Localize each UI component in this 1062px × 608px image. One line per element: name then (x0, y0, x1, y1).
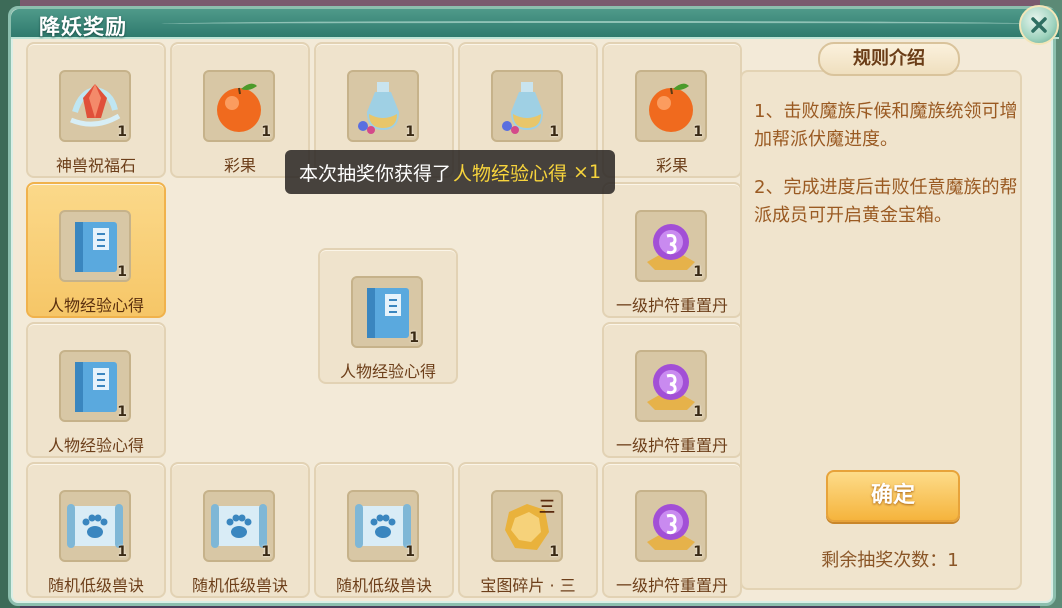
item-name: 一级护符重置丹 (615, 576, 728, 595)
item-quantity: 1 (693, 264, 703, 280)
item-quantity: 1 (693, 404, 703, 420)
potion-bottle-icon: 1 (491, 70, 563, 142)
item-name: 一级护符重置丹 (615, 296, 728, 315)
crystal-icon: 1 (59, 70, 131, 142)
reward-cell-10[interactable]: 1 随机低级兽诀 (26, 462, 166, 598)
toast-item-name: 人物经验心得 (453, 162, 568, 185)
rules-title: 规则介绍 (818, 42, 960, 76)
fragment-badge: 三 (539, 497, 555, 516)
reward-cell-5[interactable]: 1 彩果 (602, 42, 742, 178)
item-quantity: 1 (261, 124, 271, 140)
rule-line-2: 2、完成进度后击败任意魔族的帮派成员可开启黄金宝箱。 (754, 177, 1018, 226)
item-quantity: 1 (693, 544, 703, 560)
item-quantity: 1 (693, 124, 703, 140)
remaining-draws: 剩余抽奖次数：1 (821, 550, 959, 571)
dialog-title: 降妖奖励 (39, 15, 127, 39)
reward-toast: 本次抽奖你获得了 人物经验心得 ×1 (285, 150, 616, 194)
reward-cell-11[interactable]: 1 随机低级兽诀 (170, 462, 310, 598)
experience-book-icon: 1 (59, 350, 131, 422)
item-name: 人物经验心得 (339, 362, 436, 381)
item-name: 宝图碎片 · 三 (480, 576, 576, 595)
item-quantity: 1 (117, 404, 127, 420)
confirm-button[interactable]: 确定 (826, 470, 960, 522)
fruit-icon: 1 (635, 70, 707, 142)
item-quantity: 1 (409, 330, 419, 346)
purple-orb-icon: 1 (635, 350, 707, 422)
reward-cell-14[interactable]: 1 一级护符重置丹 (602, 462, 742, 598)
reward-cell-7[interactable]: 1 一级护符重置丹 (602, 182, 742, 318)
title-decoration (161, 21, 1041, 27)
reward-cell-6-selected[interactable]: 1 人物经验心得 (26, 182, 166, 318)
fruit-icon: 1 (203, 70, 275, 142)
item-quantity: 1 (405, 124, 415, 140)
experience-book-icon: 1 (59, 210, 131, 282)
item-name: 随机低级兽诀 (47, 576, 144, 595)
close-icon (1031, 17, 1047, 33)
experience-book-icon: 1 (351, 276, 423, 348)
purple-orb-icon: 1 (635, 490, 707, 562)
map-fragment-icon: 三 1 (491, 490, 563, 562)
potion-bottle-icon: 1 (347, 70, 419, 142)
item-quantity: 1 (549, 544, 559, 560)
title-bar: 降妖奖励 (11, 9, 1059, 39)
item-name: 随机低级兽诀 (191, 576, 288, 595)
rule-line-1: 1、击败魔族斥候和魔族统领可增加帮派伏魔进度。 (754, 101, 1018, 150)
reward-cell-8[interactable]: 1 人物经验心得 (26, 322, 166, 458)
reward-cell-9[interactable]: 1 一级护符重置丹 (602, 322, 742, 458)
item-quantity: 1 (117, 544, 127, 560)
paw-scroll-icon: 1 (347, 490, 419, 562)
purple-orb-icon: 1 (635, 210, 707, 282)
item-quantity: 1 (405, 544, 415, 560)
item-quantity: 1 (117, 264, 127, 280)
reward-cell-center[interactable]: 1 人物经验心得 (318, 248, 458, 384)
paw-scroll-icon: 1 (203, 490, 275, 562)
toast-prefix: 本次抽奖你获得了 (299, 162, 452, 185)
reward-cell-12[interactable]: 1 随机低级兽诀 (314, 462, 454, 598)
item-quantity: 1 (117, 124, 127, 140)
reward-cell-1[interactable]: 1 神兽祝福石 (26, 42, 166, 178)
item-quantity: 1 (549, 124, 559, 140)
item-name: 人物经验心得 (47, 296, 144, 315)
item-name: 神兽祝福石 (55, 156, 136, 175)
paw-scroll-icon: 1 (59, 490, 131, 562)
item-name: 一级护符重置丹 (615, 436, 728, 455)
toast-multiplier: ×1 (573, 161, 602, 183)
item-name: 彩果 (655, 156, 688, 175)
close-button[interactable] (1019, 5, 1059, 45)
item-quantity: 1 (261, 544, 271, 560)
item-name: 随机低级兽诀 (335, 576, 432, 595)
reward-cell-13[interactable]: 三 1 宝图碎片 · 三 (458, 462, 598, 598)
item-name: 人物经验心得 (47, 436, 144, 455)
